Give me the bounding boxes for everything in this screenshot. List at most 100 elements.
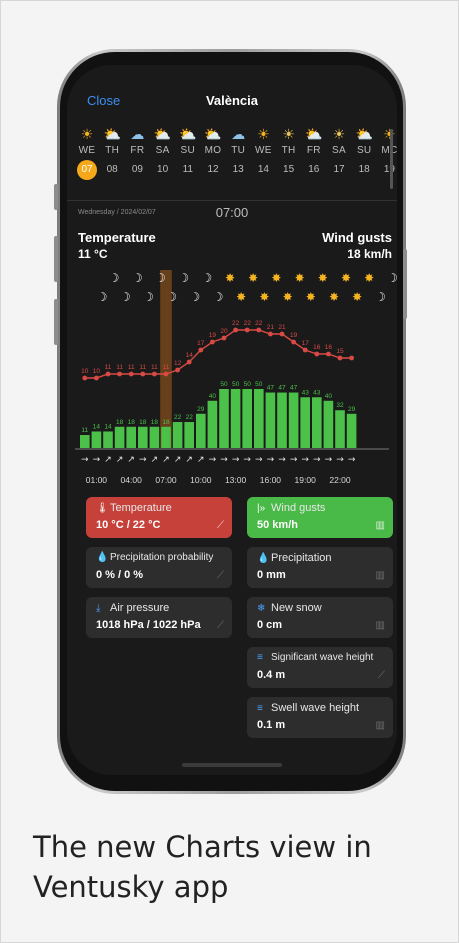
day-19[interactable]: ☀ MC 19 (376, 125, 397, 180)
partly-cloudy-icon: ⛅ (103, 126, 121, 142)
wind-gust-label: 43 (313, 389, 321, 396)
temperature-point (186, 359, 192, 365)
tile-value: 0.4 m (257, 669, 286, 681)
temperature-point (117, 371, 122, 377)
day-selector[interactable]: ☀ WE 07 ⛅ TH 08 ☁ FR 09 ⛅ SA 10 ⛅ SU 11 ⛅ MO 12 ☁ TU 13 ☀ WE 14… (67, 125, 397, 201)
wind-gust-bar (323, 400, 334, 448)
temperature-label: 22 (244, 320, 252, 327)
wind-direction-arrow: ↗ (162, 455, 170, 465)
day-13[interactable]: ☁ TU 13 (225, 125, 251, 180)
wind-gust-label: 18 (128, 419, 136, 426)
x-tick-label: 22:00 (329, 475, 351, 485)
temperature-point (314, 351, 320, 357)
tile-label-text: Temperature (110, 502, 172, 514)
temperature-label: 11 (105, 364, 112, 371)
partly-cloudy-icon: ⛅ (355, 126, 373, 142)
home-indicator[interactable] (182, 763, 282, 767)
tile-label: |» Wind gusts (257, 502, 325, 514)
temperature-label: 15 (336, 348, 344, 355)
day-17[interactable]: ☀ SA 17 (326, 125, 352, 180)
wind-gusts-tile[interactable]: |» Wind gusts 50 km/h ▥ (247, 497, 393, 538)
temperature-label: 16 (325, 344, 333, 351)
wind-gust-bar (184, 422, 194, 448)
day-date: 18 (358, 164, 370, 175)
day-date: 10 (157, 164, 169, 175)
wind-direction-arrow: → (81, 455, 89, 465)
day-name: SU (356, 145, 372, 156)
wind-gust-label: 32 (336, 402, 344, 409)
day-08[interactable]: ⛅ TH 08 (99, 125, 125, 180)
tile-label-text: Wind gusts (271, 502, 326, 514)
sky-row1-moon-icon: ☽ (155, 271, 166, 285)
wind-gust-label: 50 (244, 381, 252, 388)
temperature-point (210, 339, 215, 345)
wind-direction-arrow: → (325, 455, 333, 465)
tile-value: 0 mm (257, 569, 286, 581)
wave-height-tile[interactable]: ≡ Significant wave height 0.4 m ⟋ (247, 647, 393, 688)
air-pressure-tile[interactable]: ⤓ Air pressure 1018 hPa / 1022 hPa ⟋ (86, 597, 232, 638)
day-18[interactable]: ⛅ SU 18 (351, 125, 377, 180)
selected-time: 07:00 (215, 205, 249, 220)
day-date: 13 (232, 164, 244, 175)
tile-label: 💧 Precipitation probability (96, 552, 213, 563)
temperature-label: 21 (267, 324, 275, 331)
day-name: MC (376, 145, 397, 156)
day-11[interactable]: ⛅ SU 11 (175, 125, 201, 180)
app-screen: Close València ☀ WE 07 ⛅ TH 08 ☁ FR 09 ⛅ SA 10 ⛅ SU 11… (67, 65, 397, 775)
wind-gust-label: 29 (348, 406, 356, 413)
wind-direction-arrow: ↗ (185, 455, 193, 465)
article-card: Close València ☀ WE 07 ⛅ TH 08 ☁ FR 09 ⛅ SA 10 ⛅ SU 11… (0, 0, 459, 943)
wind-direction-arrow: ↗ (127, 455, 135, 465)
sky-row2-moon-icon: ☽ (120, 290, 131, 304)
day-16[interactable]: ⛅ FR 16 (301, 125, 327, 180)
tile-label-text: Swell wave height (271, 702, 360, 714)
sky-row1-moon-icon: ☽ (387, 271, 397, 285)
day-10[interactable]: ⛅ SA 10 (150, 125, 176, 180)
swell-height-tile[interactable]: ≡ Swell wave height 0.1 m ▥ (247, 697, 393, 738)
sky-row2-moon-icon: ☽ (375, 290, 386, 304)
day-scrollbar[interactable] (390, 129, 393, 189)
temperature-point (326, 351, 331, 357)
phone-volume-up (54, 236, 58, 282)
temperature-label: 17 (302, 340, 310, 347)
partly-cloudy-icon: ⛅ (305, 126, 323, 142)
city-title: València (205, 93, 259, 108)
wind-direction-arrow: → (336, 455, 344, 465)
tile-label: ⤓ Air pressure (96, 602, 169, 614)
day-name: FR (306, 145, 321, 156)
sun-icon: ☀ (257, 126, 270, 142)
new-snow-tile[interactable]: ❄ New snow 0 cm ▥ (247, 597, 393, 638)
temperature-label: 21 (278, 324, 286, 331)
temperature-point (163, 371, 169, 377)
wind-gust-bar (114, 426, 125, 448)
day-12[interactable]: ⛅ MO 12 (200, 125, 226, 180)
day-15[interactable]: ☀ TH 15 (276, 125, 302, 180)
day-14[interactable]: ☀ WE 14 (250, 125, 276, 180)
hourly-chart[interactable]: ☽☽☽☽☽✸✸✸✸✸✸✸☽☽☽☽☽☽☽☽✸✸✸✸✸✸☽☽☽10101111111… (67, 270, 397, 490)
tile-value: 0 cm (257, 619, 283, 631)
wind-gust-label: 14 (104, 423, 112, 430)
sky-row2-sun-icon: ✸ (352, 290, 362, 304)
day-07[interactable]: ☀ WE 07 (74, 125, 100, 180)
x-tick-label: 07:00 (155, 475, 177, 485)
temperature-tile[interactable]: 🌡Temperature 10 °C / 22 °C ⟋ (86, 497, 232, 538)
sky-row1-moon-icon: ☽ (132, 271, 143, 285)
precip-probability-tile[interactable]: 💧 Precipitation probability 0 % / 0 % ⟋ (86, 547, 232, 588)
line-chart-icon: ⟋ (217, 620, 224, 631)
sky-row1-sun-icon: ✸ (341, 271, 351, 285)
pressure-icon: ⤓ (96, 603, 101, 614)
day-09[interactable]: ☁ FR 09 (124, 125, 150, 180)
temperature-point (337, 355, 343, 361)
wind-gust-bar (149, 426, 160, 448)
tile-label-text: Precipitation (271, 552, 332, 564)
precipitation-tile[interactable]: 💧 Precipitation 0 mm ▥ (247, 547, 393, 588)
day-name: MO (204, 145, 222, 156)
temperature-point (94, 375, 99, 381)
waves-icon: ≡ (257, 703, 263, 714)
temperature-label: 19 (290, 332, 298, 339)
wind-gust-label: 40 (209, 393, 217, 400)
wind-gust-label: 47 (290, 385, 298, 392)
sky-row1-sun-icon: ✸ (225, 271, 235, 285)
sky-row2-moon-icon: ☽ (143, 290, 154, 304)
wind-direction-arrow: → (243, 455, 251, 465)
